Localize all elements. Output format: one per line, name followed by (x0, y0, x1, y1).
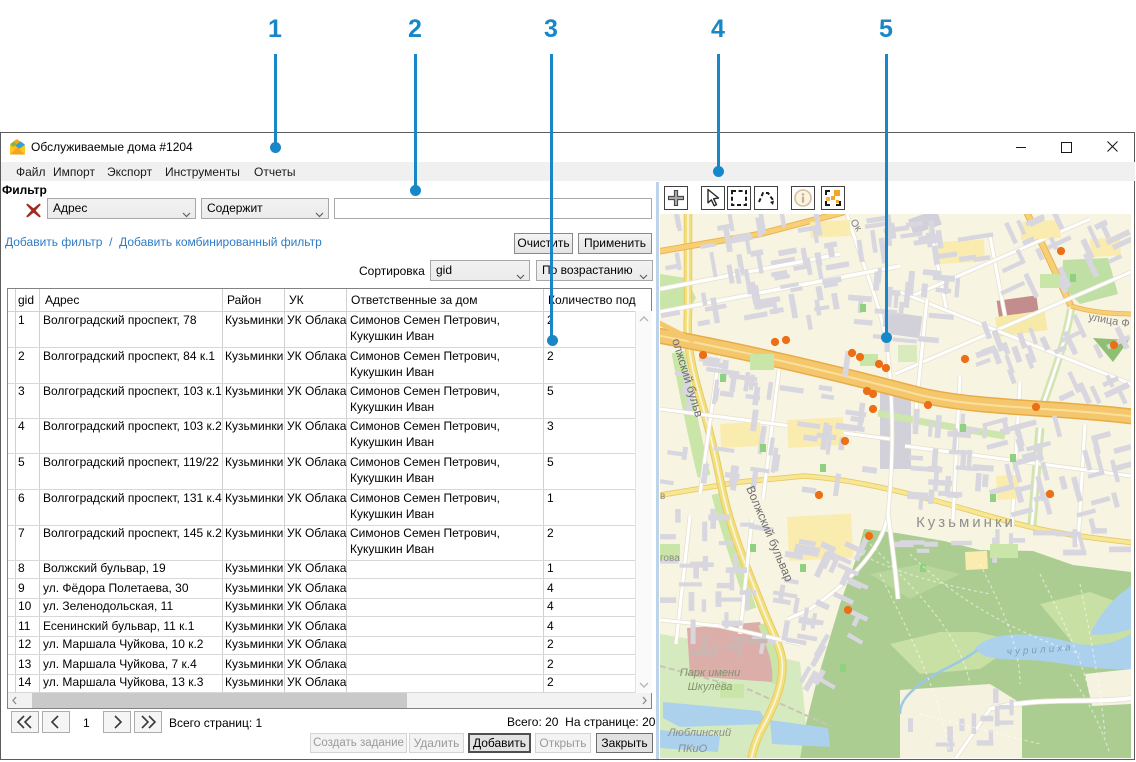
svg-text:гова: гова (660, 553, 680, 564)
svg-text:в: в (660, 491, 665, 502)
svg-text:ПКиО: ПКиО (678, 743, 708, 755)
svg-text:Шкулёва: Шкулёва (688, 681, 733, 693)
svg-text:Парк имени: Парк имени (680, 667, 740, 679)
svg-text:Люблинский: Люблинский (667, 727, 731, 739)
svg-text:Кузьминки: Кузьминки (916, 514, 1016, 531)
